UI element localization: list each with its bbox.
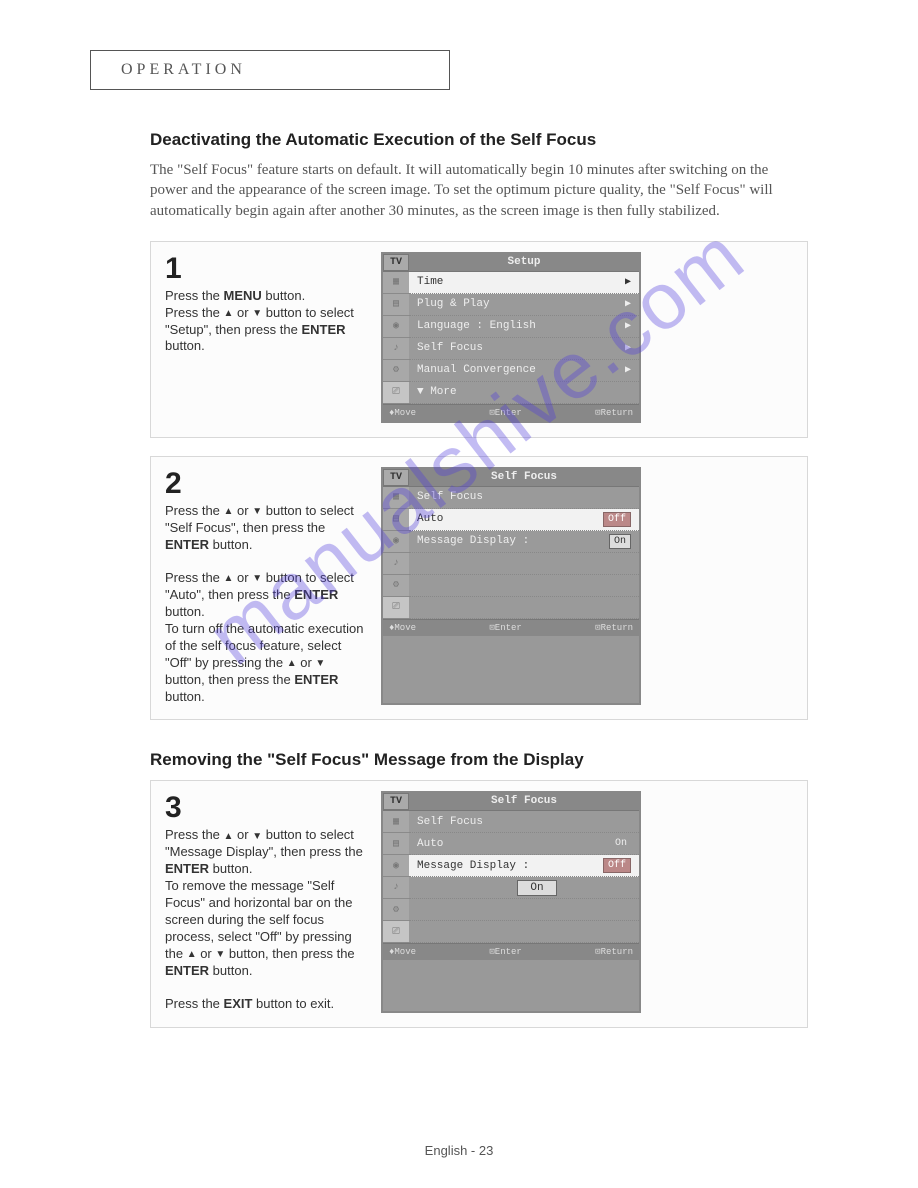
footer-enter: ⊡Enter bbox=[489, 947, 521, 957]
sidebar-icon: ♪ bbox=[383, 877, 409, 899]
menu-row-label: ▼ More bbox=[417, 386, 457, 398]
tv-menu-title: Self Focus bbox=[409, 469, 639, 486]
menu-row-label: Message Display : bbox=[417, 860, 529, 872]
menu-row: Manual Convergence ▶ bbox=[409, 360, 639, 382]
tv-sidebar: ▦▤◉♪⚙⎚ bbox=[383, 487, 409, 619]
tv-menu-footer: ♦Move ⊡Enter ⊡Return bbox=[383, 404, 639, 421]
sidebar-icon: ⚙ bbox=[383, 360, 409, 382]
heading-deactivating: Deactivating the Automatic Execution of … bbox=[150, 130, 828, 150]
tv-menu-header: TV Self Focus bbox=[383, 793, 639, 811]
menu-row-label: Self Focus bbox=[417, 816, 483, 828]
footer-move: ♦Move bbox=[389, 947, 416, 957]
sidebar-icon: ♪ bbox=[383, 338, 409, 360]
menu-row-empty bbox=[409, 921, 639, 943]
menu-row: Self Focus ▶ bbox=[409, 338, 639, 360]
menu-row: Self Focus bbox=[409, 487, 639, 509]
sidebar-icon: ⎚ bbox=[383, 382, 409, 404]
sidebar-icon: ▤ bbox=[383, 294, 409, 316]
arrow-right-icon: ▶ bbox=[625, 320, 631, 332]
sidebar-icon: ▤ bbox=[383, 509, 409, 531]
tv-menu-title: Self Focus bbox=[409, 793, 639, 810]
tv-sidebar: ▦▤◉♪⚙⎚ bbox=[383, 811, 409, 943]
footer-return: ⊡Return bbox=[595, 623, 633, 633]
heading-removing: Removing the "Self Focus" Message from t… bbox=[150, 750, 828, 770]
step-instructions: Press the ▲ or ▼ button to select "Self … bbox=[165, 503, 365, 706]
footer-return: ⊡Return bbox=[595, 408, 633, 418]
sidebar-icon: ⎚ bbox=[383, 921, 409, 943]
tv-menu-title: Setup bbox=[409, 254, 639, 271]
menu-value: On bbox=[609, 534, 631, 549]
tv-menu-footer: ♦Move ⊡Enter ⊡Return bbox=[383, 943, 639, 960]
intro-paragraph: The "Self Focus" feature starts on defau… bbox=[150, 160, 808, 221]
menu-row: Plug & Play ▶ bbox=[409, 294, 639, 316]
step-box: 1 Press the MENU button.Press the ▲ or ▼… bbox=[150, 241, 808, 438]
menu-row-label: Language : English bbox=[417, 320, 536, 332]
step-number: 3 bbox=[165, 791, 365, 825]
tv-tab: TV bbox=[383, 793, 409, 810]
tv-menu-header: TV Setup bbox=[383, 254, 639, 272]
sidebar-icon: ▦ bbox=[383, 487, 409, 509]
menu-row-label: Manual Convergence bbox=[417, 364, 536, 376]
step-number: 1 bbox=[165, 252, 365, 286]
step-instructions: Press the MENU button.Press the ▲ or ▼ b… bbox=[165, 288, 365, 356]
tv-menu-header: TV Self Focus bbox=[383, 469, 639, 487]
sidebar-icon: ▤ bbox=[383, 833, 409, 855]
footer-enter: ⊡Enter bbox=[489, 408, 521, 418]
menu-row: ▼ More bbox=[409, 382, 639, 404]
step-number: 2 bbox=[165, 467, 365, 501]
footer-move: ♦Move bbox=[389, 408, 416, 418]
step-box: 2 Press the ▲ or ▼ button to select "Sel… bbox=[150, 456, 808, 721]
footer-move: ♦Move bbox=[389, 623, 416, 633]
tv-menu: TV Self Focus ▦▤◉♪⚙⎚ Self Focus AutoOff … bbox=[381, 467, 641, 706]
arrow-right-icon: ▶ bbox=[625, 364, 631, 376]
tv-tab: TV bbox=[383, 469, 409, 486]
footer-return: ⊡Return bbox=[595, 947, 633, 957]
tv-menu-footer: ♦Move ⊡Enter ⊡Return bbox=[383, 619, 639, 636]
menu-row-label: Self Focus bbox=[417, 491, 483, 503]
sidebar-icon: ⚙ bbox=[383, 899, 409, 921]
sidebar-icon: ▦ bbox=[383, 272, 409, 294]
section-label: OPERATION bbox=[90, 50, 450, 90]
menu-sub-option: On bbox=[409, 877, 639, 899]
tv-sidebar: ▦▤◉♪⚙⎚ bbox=[383, 272, 409, 404]
page-number: English - 23 bbox=[0, 1143, 918, 1158]
menu-row: Time ▶ bbox=[409, 272, 639, 294]
sidebar-icon: ⎚ bbox=[383, 597, 409, 619]
arrow-right-icon: ▶ bbox=[625, 342, 631, 354]
arrow-right-icon: ▶ bbox=[625, 276, 631, 288]
sidebar-icon: ♪ bbox=[383, 553, 409, 575]
menu-row-empty bbox=[409, 575, 639, 597]
menu-value: Off bbox=[603, 858, 631, 873]
menu-row-label: Plug & Play bbox=[417, 298, 490, 310]
menu-row-label: Auto bbox=[417, 513, 443, 525]
menu-row-empty bbox=[409, 597, 639, 619]
menu-row: Auto On bbox=[409, 833, 639, 855]
arrow-right-icon: ▶ bbox=[625, 298, 631, 310]
tv-tab: TV bbox=[383, 254, 409, 271]
footer-enter: ⊡Enter bbox=[489, 623, 521, 633]
tv-menu: TV Self Focus ▦▤◉♪⚙⎚ Self Focus Auto On M… bbox=[381, 791, 641, 1013]
sidebar-icon: ◉ bbox=[383, 531, 409, 553]
menu-row-label: Self Focus bbox=[417, 342, 483, 354]
menu-row: Language : English ▶ bbox=[409, 316, 639, 338]
sidebar-icon: ◉ bbox=[383, 855, 409, 877]
menu-row-empty bbox=[409, 899, 639, 921]
menu-value: Off bbox=[603, 512, 631, 527]
menu-row-label: Message Display : bbox=[417, 535, 529, 547]
step-instructions: Press the ▲ or ▼ button to select "Messa… bbox=[165, 827, 365, 1013]
menu-row: Message Display : Off bbox=[409, 855, 639, 877]
sidebar-icon: ▦ bbox=[383, 811, 409, 833]
tv-menu: TV Setup ▦▤◉♪⚙⎚ Time ▶ Plug & Play ▶ Langu… bbox=[381, 252, 641, 423]
menu-row-empty bbox=[409, 553, 639, 575]
menu-value: On bbox=[611, 837, 631, 850]
menu-row-label: Auto bbox=[417, 838, 443, 850]
sidebar-icon: ⚙ bbox=[383, 575, 409, 597]
menu-row-label: Time bbox=[417, 276, 443, 288]
menu-row: Auto Off bbox=[409, 509, 639, 531]
menu-row: Self Focus bbox=[409, 811, 639, 833]
sidebar-icon: ◉ bbox=[383, 316, 409, 338]
menu-row: Message Display : On bbox=[409, 531, 639, 553]
step-box: 3 Press the ▲ or ▼ button to select "Mes… bbox=[150, 780, 808, 1028]
